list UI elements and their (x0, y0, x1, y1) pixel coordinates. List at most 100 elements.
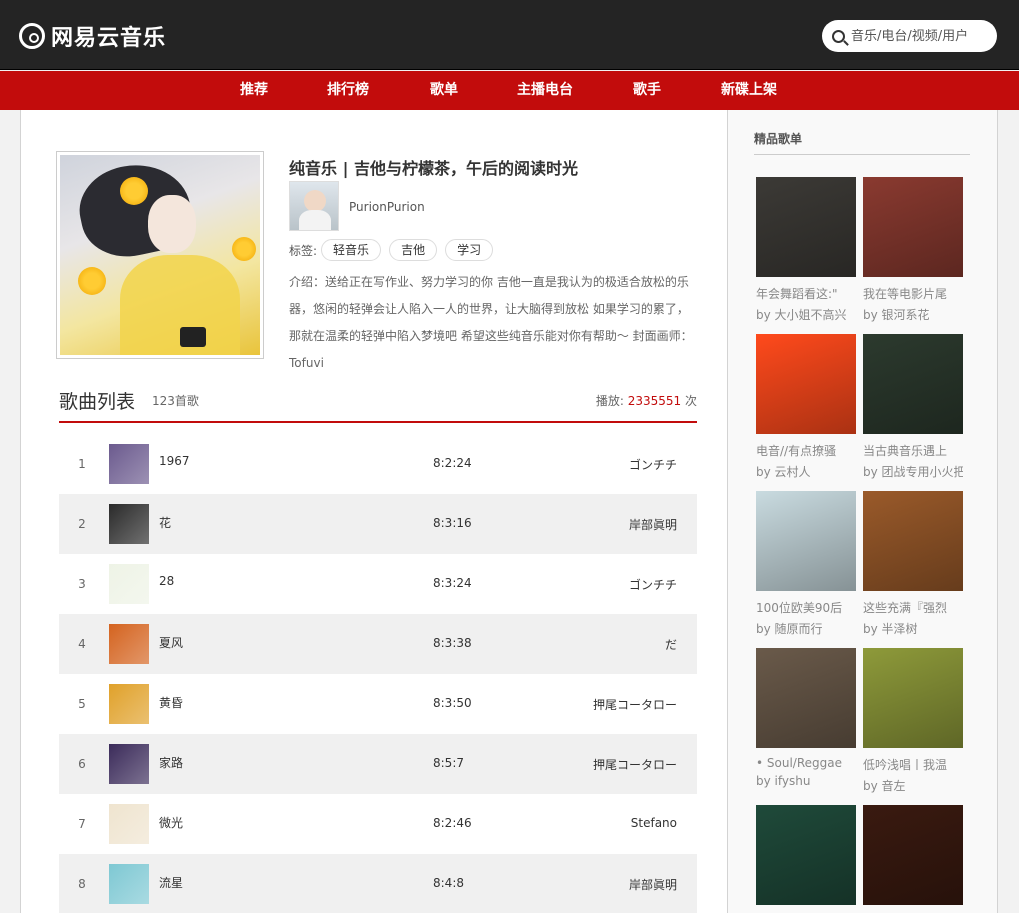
playlist-card-image[interactable] (756, 648, 856, 748)
song-row[interactable]: 3 28 8:3:24 ゴンチチ (59, 554, 697, 614)
playlist-title: 纯音乐 | 吉他与柠檬茶，午后的阅读时光 (289, 159, 578, 178)
playlist-card-image[interactable] (863, 334, 963, 434)
creator-avatar[interactable] (289, 181, 339, 231)
song-index: 8 (78, 877, 86, 891)
song-cover (109, 564, 149, 604)
song-row[interactable]: 2 花 8:3:16 岸部眞明 (59, 494, 697, 554)
playlist-card[interactable] (756, 805, 856, 905)
play-count: 2335551 (627, 394, 682, 408)
playlist-card-name[interactable]: 低吟浅唱丨我温 (863, 756, 963, 773)
playlist-card-creator[interactable]: by 大小姐不高兴 (756, 306, 856, 323)
playlist-card-image[interactable] (863, 805, 963, 905)
playlist-card-image[interactable] (863, 491, 963, 591)
playlist-card-name[interactable]: • Soul/Reggae (756, 756, 856, 770)
song-table: 1 1967 8:2:24 ゴンチチ 2 花 8:3:16 岸部眞明 3 28 … (59, 434, 697, 913)
search-input[interactable] (851, 28, 991, 44)
song-cover (109, 444, 149, 484)
list-divider (59, 421, 697, 423)
song-name[interactable]: 夏风 (159, 634, 183, 651)
nav-item-playlists[interactable]: 歌单 (430, 71, 458, 110)
nav-item-artists[interactable]: 歌手 (633, 71, 661, 110)
tag-list: 标签: 轻音乐 吉他 学习 (289, 239, 501, 261)
sidebar: 精品歌单 年会舞蹈看这:" by 大小姐不高兴 我在等电影片尾 by 银河系花 … (727, 110, 998, 913)
song-artist[interactable]: だ (665, 636, 677, 653)
song-artist[interactable]: 岸部眞明 (629, 876, 677, 893)
nav-item-charts[interactable]: 排行榜 (327, 71, 369, 110)
song-index: 6 (78, 757, 86, 771)
song-artist[interactable]: 岸部眞明 (629, 516, 677, 533)
song-row[interactable]: 1 1967 8:2:24 ゴンチチ (59, 434, 697, 494)
playlist-card-image[interactable] (863, 648, 963, 748)
tags-label: 标签: (289, 243, 318, 258)
playlist-card-name[interactable]: 当古典音乐遇上 (863, 442, 963, 459)
playlist-description: 介绍：送给正在写作业、努力学习的你 吉他一直是我认为的极适合放松的乐器，悠闲的轻… (289, 275, 693, 370)
song-artist[interactable]: 押尾コータロー (593, 696, 677, 713)
playlist-card[interactable]: 当古典音乐遇上 by 团战专用小火把 (863, 334, 963, 480)
song-index: 5 (78, 697, 86, 711)
tag-light-music[interactable]: 轻音乐 (321, 239, 382, 261)
tag-study[interactable]: 学习 (445, 239, 494, 261)
song-list-title: 歌曲列表 (59, 391, 136, 413)
playlist-cover-image (60, 155, 260, 355)
playlist-card[interactable]: 我在等电影片尾 by 银河系花 (863, 177, 963, 323)
song-duration: 8:5:7 (433, 756, 464, 770)
playlist-card-creator[interactable]: by 半泽树 (863, 620, 963, 637)
site-logo[interactable]: 网易云音乐 (19, 20, 166, 52)
playlist-card-name[interactable]: 年会舞蹈看这:" (756, 285, 856, 302)
song-artist[interactable]: 押尾コータロー (593, 756, 677, 773)
creator-name[interactable]: PurionPurion (349, 200, 425, 214)
play-count-info: 播放: 2335551 次 (596, 392, 697, 409)
playlist-card-creator[interactable]: by 银河系花 (863, 306, 963, 323)
song-name[interactable]: 家路 (159, 754, 183, 771)
nav-item-radio[interactable]: 主播电台 (517, 71, 573, 110)
song-duration: 8:4:8 (433, 876, 464, 890)
playlist-card[interactable]: 这些充满『强烈 by 半泽树 (863, 491, 963, 637)
tag-guitar[interactable]: 吉他 (389, 239, 438, 261)
playlist-card[interactable]: 年会舞蹈看这:" by 大小姐不高兴 (756, 177, 856, 323)
top-bar: 网易云音乐 (0, 0, 1019, 70)
playlist-card-image[interactable] (756, 334, 856, 434)
song-cover (109, 624, 149, 664)
playlist-card-image[interactable] (756, 491, 856, 591)
playlist-card-creator[interactable]: by 随原而行 (756, 620, 856, 637)
song-artist[interactable]: ゴンチチ (629, 576, 677, 593)
nav-item-recommend[interactable]: 推荐 (240, 71, 268, 110)
playlist-card-image[interactable] (863, 177, 963, 277)
playlist-card[interactable]: 低吟浅唱丨我温 by 音左 (863, 648, 963, 794)
playlist-card[interactable]: • Soul/Reggae by ifyshu (756, 648, 856, 788)
song-row[interactable]: 5 黄昏 8:3:50 押尾コータロー (59, 674, 697, 734)
playlist-card-name[interactable]: 这些充满『强烈 (863, 599, 963, 616)
playlist-card[interactable]: 100位欧美90后 by 随原而行 (756, 491, 856, 637)
playlist-card-name[interactable]: 100位欧美90后 (756, 599, 856, 616)
song-index: 7 (78, 817, 86, 831)
play-unit: 次 (684, 394, 697, 408)
main-content: 纯音乐 | 吉他与柠檬茶，午后的阅读时光 PurionPurion 标签: 轻音… (20, 110, 727, 913)
playlist-card-image[interactable] (756, 805, 856, 905)
song-name[interactable]: 流星 (159, 874, 183, 891)
playlist-card-image[interactable] (756, 177, 856, 277)
search-box[interactable] (822, 20, 997, 52)
song-name[interactable]: 黄昏 (159, 694, 183, 711)
song-artist[interactable]: Stefano (631, 816, 677, 830)
song-cover (109, 864, 149, 904)
song-duration: 8:3:50 (433, 696, 472, 710)
song-row[interactable]: 8 流星 8:4:8 岸部眞明 (59, 854, 697, 913)
song-name[interactable]: 花 (159, 514, 171, 531)
nav-item-new-albums[interactable]: 新碟上架 (721, 71, 777, 110)
playlist-card[interactable]: 电音//有点撩骚 by 云村人 (756, 334, 856, 480)
playlist-card-name[interactable]: 电音//有点撩骚 (756, 442, 856, 459)
song-artist[interactable]: ゴンチチ (629, 456, 677, 473)
song-row[interactable]: 6 家路 8:5:7 押尾コータロー (59, 734, 697, 794)
playlist-card-name[interactable]: 我在等电影片尾 (863, 285, 963, 302)
playlist-card-creator[interactable]: by ifyshu (756, 774, 856, 788)
song-row[interactable]: 4 夏风 8:3:38 だ (59, 614, 697, 674)
song-name[interactable]: 28 (159, 574, 174, 588)
playlist-card-creator[interactable]: by 团战专用小火把 (863, 463, 963, 480)
song-row[interactable]: 7 微光 8:2:46 Stefano (59, 794, 697, 854)
playlist-card-creator[interactable]: by 云村人 (756, 463, 856, 480)
song-name[interactable]: 1967 (159, 454, 190, 468)
playlist-card[interactable] (863, 805, 963, 905)
playlist-card-creator[interactable]: by 音左 (863, 777, 963, 794)
song-name[interactable]: 微光 (159, 814, 183, 831)
song-duration: 8:3:24 (433, 576, 472, 590)
